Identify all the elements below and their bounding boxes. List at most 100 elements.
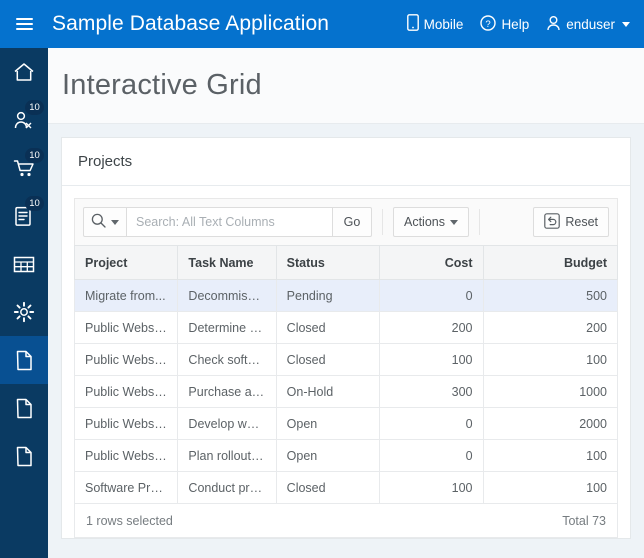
cell-budget[interactable]: 2000 — [483, 408, 617, 440]
sidebar-badge-customers: 10 — [25, 100, 44, 115]
cell-status[interactable]: Closed — [276, 312, 379, 344]
cell-project[interactable]: Software Proj... — [75, 472, 178, 504]
region-header: Projects — [62, 138, 630, 186]
table-row[interactable]: Software Proj... Conduct proj... Closed … — [75, 472, 618, 504]
grid-table-icon — [13, 256, 35, 273]
cell-status[interactable]: Closed — [276, 472, 379, 504]
sidebar-item-customers[interactable]: 10 — [0, 96, 48, 144]
sidebar-item-page-3[interactable] — [0, 432, 48, 480]
search-go-button[interactable]: Go — [332, 207, 372, 237]
column-header-task-name[interactable]: Task Name — [178, 246, 276, 280]
cell-project[interactable]: Public Website — [75, 440, 178, 472]
column-header-cost[interactable]: Cost — [380, 246, 483, 280]
sidebar-item-interactive-grid[interactable] — [0, 336, 48, 384]
chevron-down-icon — [622, 22, 630, 27]
app-title: Sample Database Application — [52, 12, 329, 36]
sidebar-item-grid-table[interactable] — [0, 240, 48, 288]
cell-status[interactable]: Open — [276, 408, 379, 440]
top-nav-actions: Mobile ? Help enduser — [407, 14, 644, 34]
cell-status[interactable]: Open — [276, 440, 379, 472]
cell-task-name[interactable]: Develop web ... — [178, 408, 276, 440]
cell-project[interactable]: Migrate from... — [75, 280, 178, 312]
undo-icon — [544, 213, 560, 232]
mobile-icon — [407, 14, 419, 34]
cell-budget[interactable]: 100 — [483, 472, 617, 504]
cell-budget[interactable]: 200 — [483, 312, 617, 344]
table-row[interactable]: Public Website Check softwa... Closed 10… — [75, 344, 618, 376]
cell-cost[interactable]: 0 — [380, 280, 483, 312]
page-header: Interactive Grid — [48, 48, 644, 124]
sidebar-item-settings[interactable] — [0, 288, 48, 336]
column-header-status[interactable]: Status — [276, 246, 379, 280]
nav-help-label: Help — [501, 17, 529, 32]
cell-budget[interactable]: 500 — [483, 280, 617, 312]
cell-project[interactable]: Public Website — [75, 376, 178, 408]
cell-task-name[interactable]: Plan rollout s... — [178, 440, 276, 472]
help-icon: ? — [480, 15, 496, 34]
table-row[interactable]: Public Website Purchase add... On-Hold 3… — [75, 376, 618, 408]
reset-button-label: Reset — [565, 215, 598, 229]
cell-cost[interactable]: 0 — [380, 440, 483, 472]
page-icon — [16, 446, 33, 467]
grid-header-row: Project Task Name Status Cost Budget — [75, 246, 618, 280]
search-input[interactable] — [127, 207, 332, 237]
chevron-down-icon — [450, 220, 458, 225]
nav-mobile-button[interactable]: Mobile — [407, 14, 464, 34]
cell-project[interactable]: Public Website — [75, 344, 178, 376]
cell-status[interactable]: Closed — [276, 344, 379, 376]
top-navigation-bar: Sample Database Application Mobile ? — [0, 0, 644, 48]
cell-task-name[interactable]: Determine ho... — [178, 312, 276, 344]
toolbar-divider — [479, 209, 480, 235]
chevron-down-icon — [111, 220, 119, 225]
application-window: Sample Database Application Mobile ? — [0, 0, 644, 558]
cell-cost[interactable]: 0 — [380, 408, 483, 440]
region-title: Projects — [78, 153, 132, 170]
table-row[interactable]: Public Website Plan rollout s... Open 0 … — [75, 440, 618, 472]
cell-budget[interactable]: 1000 — [483, 376, 617, 408]
actions-button[interactable]: Actions — [393, 207, 469, 237]
cell-status[interactable]: On-Hold — [276, 376, 379, 408]
interactive-grid-table: Project Task Name Status Cost Budget Mig… — [74, 245, 618, 504]
cell-project[interactable]: Public Website — [75, 408, 178, 440]
page-icon — [16, 398, 33, 419]
region-body: Go Actions — [62, 186, 630, 538]
cell-status[interactable]: Pending — [276, 280, 379, 312]
cell-budget[interactable]: 100 — [483, 440, 617, 472]
table-row[interactable]: Migrate from... Decommissio... Pending 0… — [75, 280, 618, 312]
reset-button[interactable]: Reset — [533, 207, 609, 237]
nav-user-label: enduser — [566, 17, 615, 32]
table-row[interactable]: Public Website Determine ho... Closed 20… — [75, 312, 618, 344]
column-header-budget[interactable]: Budget — [483, 246, 617, 280]
cell-cost[interactable]: 100 — [380, 344, 483, 376]
nav-user-menu[interactable]: enduser — [546, 15, 630, 34]
page-icon — [16, 350, 33, 371]
cell-cost[interactable]: 200 — [380, 312, 483, 344]
column-header-project[interactable]: Project — [75, 246, 178, 280]
cell-task-name[interactable]: Purchase add... — [178, 376, 276, 408]
sidebar-item-page-2[interactable] — [0, 384, 48, 432]
total-rows-status: Total 73 — [562, 514, 606, 528]
grid-footer: 1 rows selected Total 73 — [74, 504, 618, 538]
rows-selected-status: 1 rows selected — [86, 514, 173, 528]
sidebar-item-cart[interactable]: 10 — [0, 144, 48, 192]
sidebar-item-orders-report[interactable]: 10 — [0, 192, 48, 240]
cell-cost[interactable]: 100 — [380, 472, 483, 504]
magnifier-icon — [91, 213, 106, 231]
search-group: Go — [83, 207, 372, 237]
svg-text:?: ? — [486, 18, 491, 29]
nav-help-button[interactable]: ? Help — [480, 15, 529, 34]
cell-task-name[interactable]: Decommissio... — [178, 280, 276, 312]
sidebar-navigation: 10 10 10 — [0, 48, 48, 558]
grid-header-row-group: Project Task Name Status Cost Budget — [75, 246, 618, 280]
cell-project[interactable]: Public Website — [75, 312, 178, 344]
hamburger-menu-icon[interactable] — [0, 0, 48, 48]
sidebar-badge-cart: 10 — [25, 148, 44, 163]
search-column-selector-button[interactable] — [83, 207, 127, 237]
cell-task-name[interactable]: Check softwa... — [178, 344, 276, 376]
table-row[interactable]: Public Website Develop web ... Open 0 20… — [75, 408, 618, 440]
cell-budget[interactable]: 100 — [483, 344, 617, 376]
cell-cost[interactable]: 300 — [380, 376, 483, 408]
cell-task-name[interactable]: Conduct proj... — [178, 472, 276, 504]
sidebar-item-home[interactable] — [0, 48, 48, 96]
grid-body: Migrate from... Decommissio... Pending 0… — [75, 280, 618, 504]
